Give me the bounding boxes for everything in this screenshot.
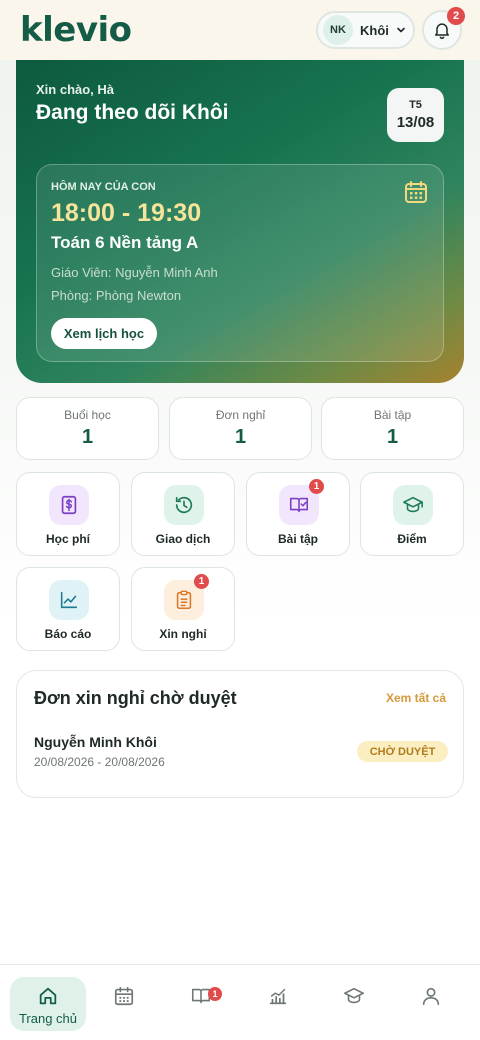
- app-logo: klevio: [20, 10, 132, 50]
- action-label: Xin nghỉ: [159, 627, 207, 641]
- leave-student-name: Nguyễn Minh Khôi: [34, 734, 157, 750]
- homework-badge: 1: [309, 479, 324, 494]
- hero-card: Xin chào, Hà Đang theo dõi Khôi T5 13/08…: [16, 60, 464, 383]
- class-time: 18:00 - 19:30: [51, 199, 202, 227]
- leave-dates: 20/08/2026 - 20/08/2026: [34, 755, 165, 769]
- class-room: Phòng: Phòng Newton: [51, 288, 182, 303]
- nav-homework[interactable]: [163, 977, 239, 1031]
- home-icon: [39, 987, 57, 1005]
- notification-count-badge: 2: [447, 7, 465, 25]
- bell-icon: [435, 23, 449, 40]
- view-schedule-button[interactable]: Xem lịch học: [51, 318, 157, 349]
- stat-value: 1: [81, 426, 94, 448]
- greeting-text: Xin chào, Hà: [36, 82, 115, 97]
- stat-sessions[interactable]: Buổi học 1: [16, 397, 159, 460]
- chart-line-icon: [49, 580, 89, 620]
- action-label: Điểm: [397, 532, 427, 546]
- action-homework[interactable]: 1 Bài tập: [246, 472, 350, 556]
- today-class-card: HÔM NAY CỦA CON 18:00 - 19:30 Toán 6 Nền…: [36, 164, 444, 362]
- dollar-bill-icon: [49, 485, 89, 525]
- graduation-cap-icon: [344, 987, 364, 1004]
- section-title: Đơn xin nghỉ chờ duyệt: [34, 688, 237, 708]
- status-badge: CHỜ DUYỆT: [357, 741, 448, 762]
- date-chip: T5 13/08: [387, 88, 444, 142]
- graduation-cap-icon: [393, 485, 433, 525]
- nav-home-label: Trang chủ: [18, 1011, 78, 1026]
- action-grades[interactable]: Điểm: [360, 472, 464, 556]
- app-header: klevio NK Khôi 2: [0, 0, 480, 60]
- date-weekday: T5: [409, 99, 422, 111]
- user-icon: [422, 987, 440, 1006]
- stat-value: 1: [386, 426, 399, 448]
- nav-profile[interactable]: [393, 977, 469, 1031]
- child-switcher[interactable]: NK Khôi: [316, 11, 415, 49]
- date-day: 13/08: [396, 114, 435, 131]
- nav-reports[interactable]: [240, 977, 316, 1031]
- today-label: HÔM NAY CỦA CON: [51, 181, 156, 193]
- action-leave-request[interactable]: 1 Xin nghỉ: [131, 567, 235, 651]
- class-teacher: Giáo Viên: Nguyễn Minh Anh: [51, 265, 218, 280]
- nav-grades[interactable]: [316, 977, 392, 1031]
- chevron-down-icon: [397, 27, 405, 33]
- bar-chart-icon: [269, 988, 287, 1005]
- stat-value: 1: [234, 426, 247, 448]
- leave-badge: 1: [194, 574, 209, 589]
- stat-label: Buổi học: [64, 408, 111, 422]
- nav-home[interactable]: Trang chủ: [10, 977, 86, 1031]
- action-reports[interactable]: Báo cáo: [16, 567, 120, 651]
- action-label: Báo cáo: [44, 627, 92, 641]
- stat-label: Bài tập: [373, 408, 412, 422]
- stat-label: Đơn nghỉ: [215, 408, 266, 422]
- history-icon: [164, 485, 204, 525]
- calendar-icon: [114, 986, 134, 1006]
- calendar-icon: [405, 181, 427, 203]
- stat-homework[interactable]: Bài tập 1: [321, 397, 464, 460]
- action-label: Bài tập: [277, 532, 318, 546]
- child-avatar: NK: [323, 15, 353, 45]
- action-tuition[interactable]: Học phí: [16, 472, 120, 556]
- class-name: Toán 6 Nền tảng A: [51, 233, 199, 252]
- stat-leave-requests[interactable]: Đơn nghỉ 1: [169, 397, 312, 460]
- pending-leave-card: Đơn xin nghỉ chờ duyệt Xem tất cả Nguyễn…: [16, 670, 464, 798]
- bottom-nav: Trang chủ 1: [0, 964, 480, 1040]
- action-label: Giao dịch: [155, 532, 211, 546]
- tracking-title: Đang theo dõi Khôi: [36, 101, 229, 124]
- action-label: Học phí: [46, 532, 90, 546]
- action-transactions[interactable]: Giao dịch: [131, 472, 235, 556]
- nav-homework-badge: 1: [208, 987, 222, 1001]
- nav-schedule[interactable]: [86, 977, 162, 1031]
- child-name: Khôi: [360, 22, 389, 38]
- see-all-link[interactable]: Xem tất cả: [386, 691, 446, 705]
